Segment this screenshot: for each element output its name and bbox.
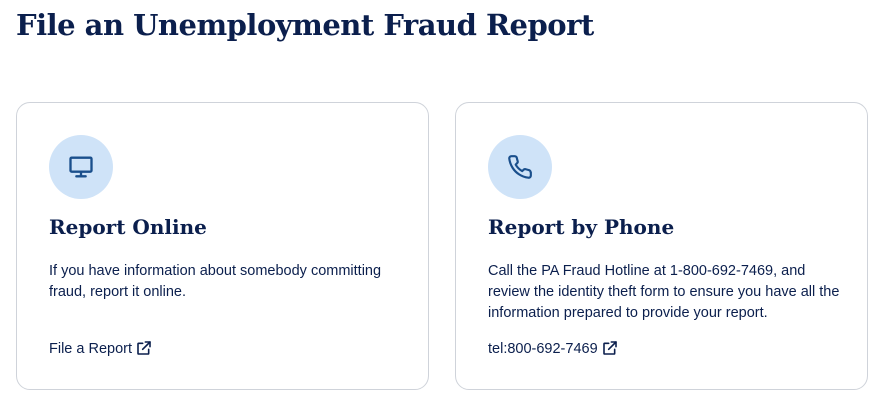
monitor-icon — [49, 135, 113, 199]
phone-icon — [488, 135, 552, 199]
report-phone-description: Call the PA Fraud Hotline at 1-800-692-7… — [488, 263, 840, 321]
external-link-icon — [136, 340, 152, 356]
page-title: File an Unemployment Fraud Report — [16, 8, 594, 42]
external-link-icon — [602, 340, 618, 356]
report-online-card: Report Online If you have information ab… — [16, 102, 429, 390]
file-a-report-label: File a Report — [49, 341, 133, 357]
report-phone-title: Report by Phone — [488, 215, 675, 239]
phone-link[interactable]: tel:800-692-7469 — [488, 340, 618, 357]
report-online-description: If you have information about somebody c… — [49, 263, 382, 300]
report-online-title: Report Online — [49, 215, 207, 239]
report-phone-card: Report by Phone Call the PA Fraud Hotlin… — [455, 102, 868, 390]
phone-link-label: tel:800-692-7469 — [488, 341, 598, 357]
file-a-report-link[interactable]: File a Report — [49, 340, 152, 357]
